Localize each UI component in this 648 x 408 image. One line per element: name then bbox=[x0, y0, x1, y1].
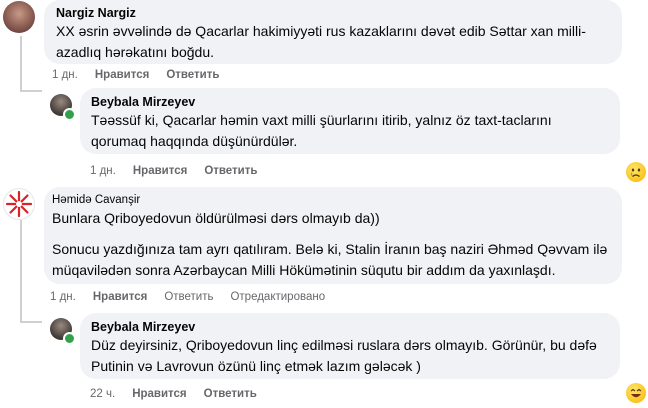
comment-text-line: Sonucu yazdığınıza tam ayrı qatılıram. B… bbox=[52, 241, 608, 257]
reply-link[interactable]: Ответить bbox=[204, 388, 257, 400]
comment-bubble: Beybala Mirzeyev Təəssüf ki, Qacarlar hə… bbox=[80, 88, 620, 154]
comment-actions: 1 дн. Нравится Ответить Отредактировано bbox=[50, 291, 325, 303]
reply-link[interactable]: Ответить bbox=[166, 69, 219, 81]
comment-author[interactable]: Nargiz Nargiz bbox=[56, 5, 610, 21]
thread-line bbox=[20, 220, 22, 323]
timestamp[interactable]: 1 дн. bbox=[50, 291, 76, 303]
starburst-logo-icon bbox=[5, 190, 33, 218]
comment-bubble: Beybala Mirzeyev Düz deyirsiniz, Qriboye… bbox=[80, 313, 620, 379]
like-link[interactable]: Нравится bbox=[133, 165, 187, 177]
timestamp[interactable]: 1 дн. bbox=[90, 165, 116, 177]
comment-author[interactable]: Həmidə Cavanşir bbox=[52, 192, 614, 208]
reply-link[interactable]: Ответить bbox=[164, 291, 213, 303]
like-link[interactable]: Нравится bbox=[95, 69, 149, 81]
like-link[interactable]: Нравится bbox=[132, 388, 186, 400]
comment-text-line: qorumaq haqqında düşünürdülər. bbox=[91, 133, 298, 149]
online-status-indicator bbox=[63, 332, 76, 345]
comment-text-line: Putinin və Lavrovun özünü linç etmək laz… bbox=[91, 358, 421, 374]
comment-author[interactable]: Beybala Mirzeyev bbox=[91, 319, 609, 335]
comment-text-line: XX əsrin əvvəlində də Qacarlar hakimiyyə… bbox=[56, 23, 586, 39]
edited-label[interactable]: Отредактировано bbox=[230, 291, 325, 303]
reply-link[interactable]: Ответить bbox=[204, 165, 257, 177]
comment-text-line: müqavilədən sonra Azərbaycan Milli Höküm… bbox=[52, 262, 556, 278]
crying-face-icon[interactable] bbox=[626, 162, 646, 182]
comment-text-line: Düz deyirsiniz, Qriboyedovun linç edilmə… bbox=[91, 337, 597, 353]
avatar[interactable] bbox=[3, 1, 35, 33]
comment-text-line: Bunlara Qriboyedovun öldürülməsi dərs ol… bbox=[52, 210, 380, 226]
comment-actions: 1 дн. Нравится Ответить bbox=[90, 165, 257, 177]
avatar[interactable] bbox=[3, 188, 35, 220]
online-status-indicator bbox=[63, 108, 76, 121]
laughing-face-icon[interactable] bbox=[626, 383, 646, 403]
comment-text-line: azadlıq hərəkatını boğdu. bbox=[56, 44, 215, 60]
comment-actions: 22 ч. Нравится Ответить bbox=[90, 388, 257, 400]
thread-line bbox=[20, 36, 22, 92]
comment-author[interactable]: Beybala Mirzeyev bbox=[91, 94, 609, 110]
comment-bubble: Nargiz Nargiz XX əsrin əvvəlində də Qaca… bbox=[44, 0, 622, 64]
thread-line bbox=[20, 321, 42, 323]
comment-text-line: Təəssüf ki, Qacarlar həmin vaxt milli şü… bbox=[91, 112, 552, 128]
comment-bubble: Həmidə Cavanşir Bunlara Qriboyedovun öld… bbox=[44, 187, 622, 284]
timestamp[interactable]: 1 дн. bbox=[52, 69, 78, 81]
comment-actions: 1 дн. Нравится Ответить bbox=[52, 69, 219, 81]
thread-line bbox=[20, 90, 42, 92]
timestamp[interactable]: 22 ч. bbox=[90, 388, 115, 400]
like-link[interactable]: Нравится bbox=[93, 291, 147, 303]
